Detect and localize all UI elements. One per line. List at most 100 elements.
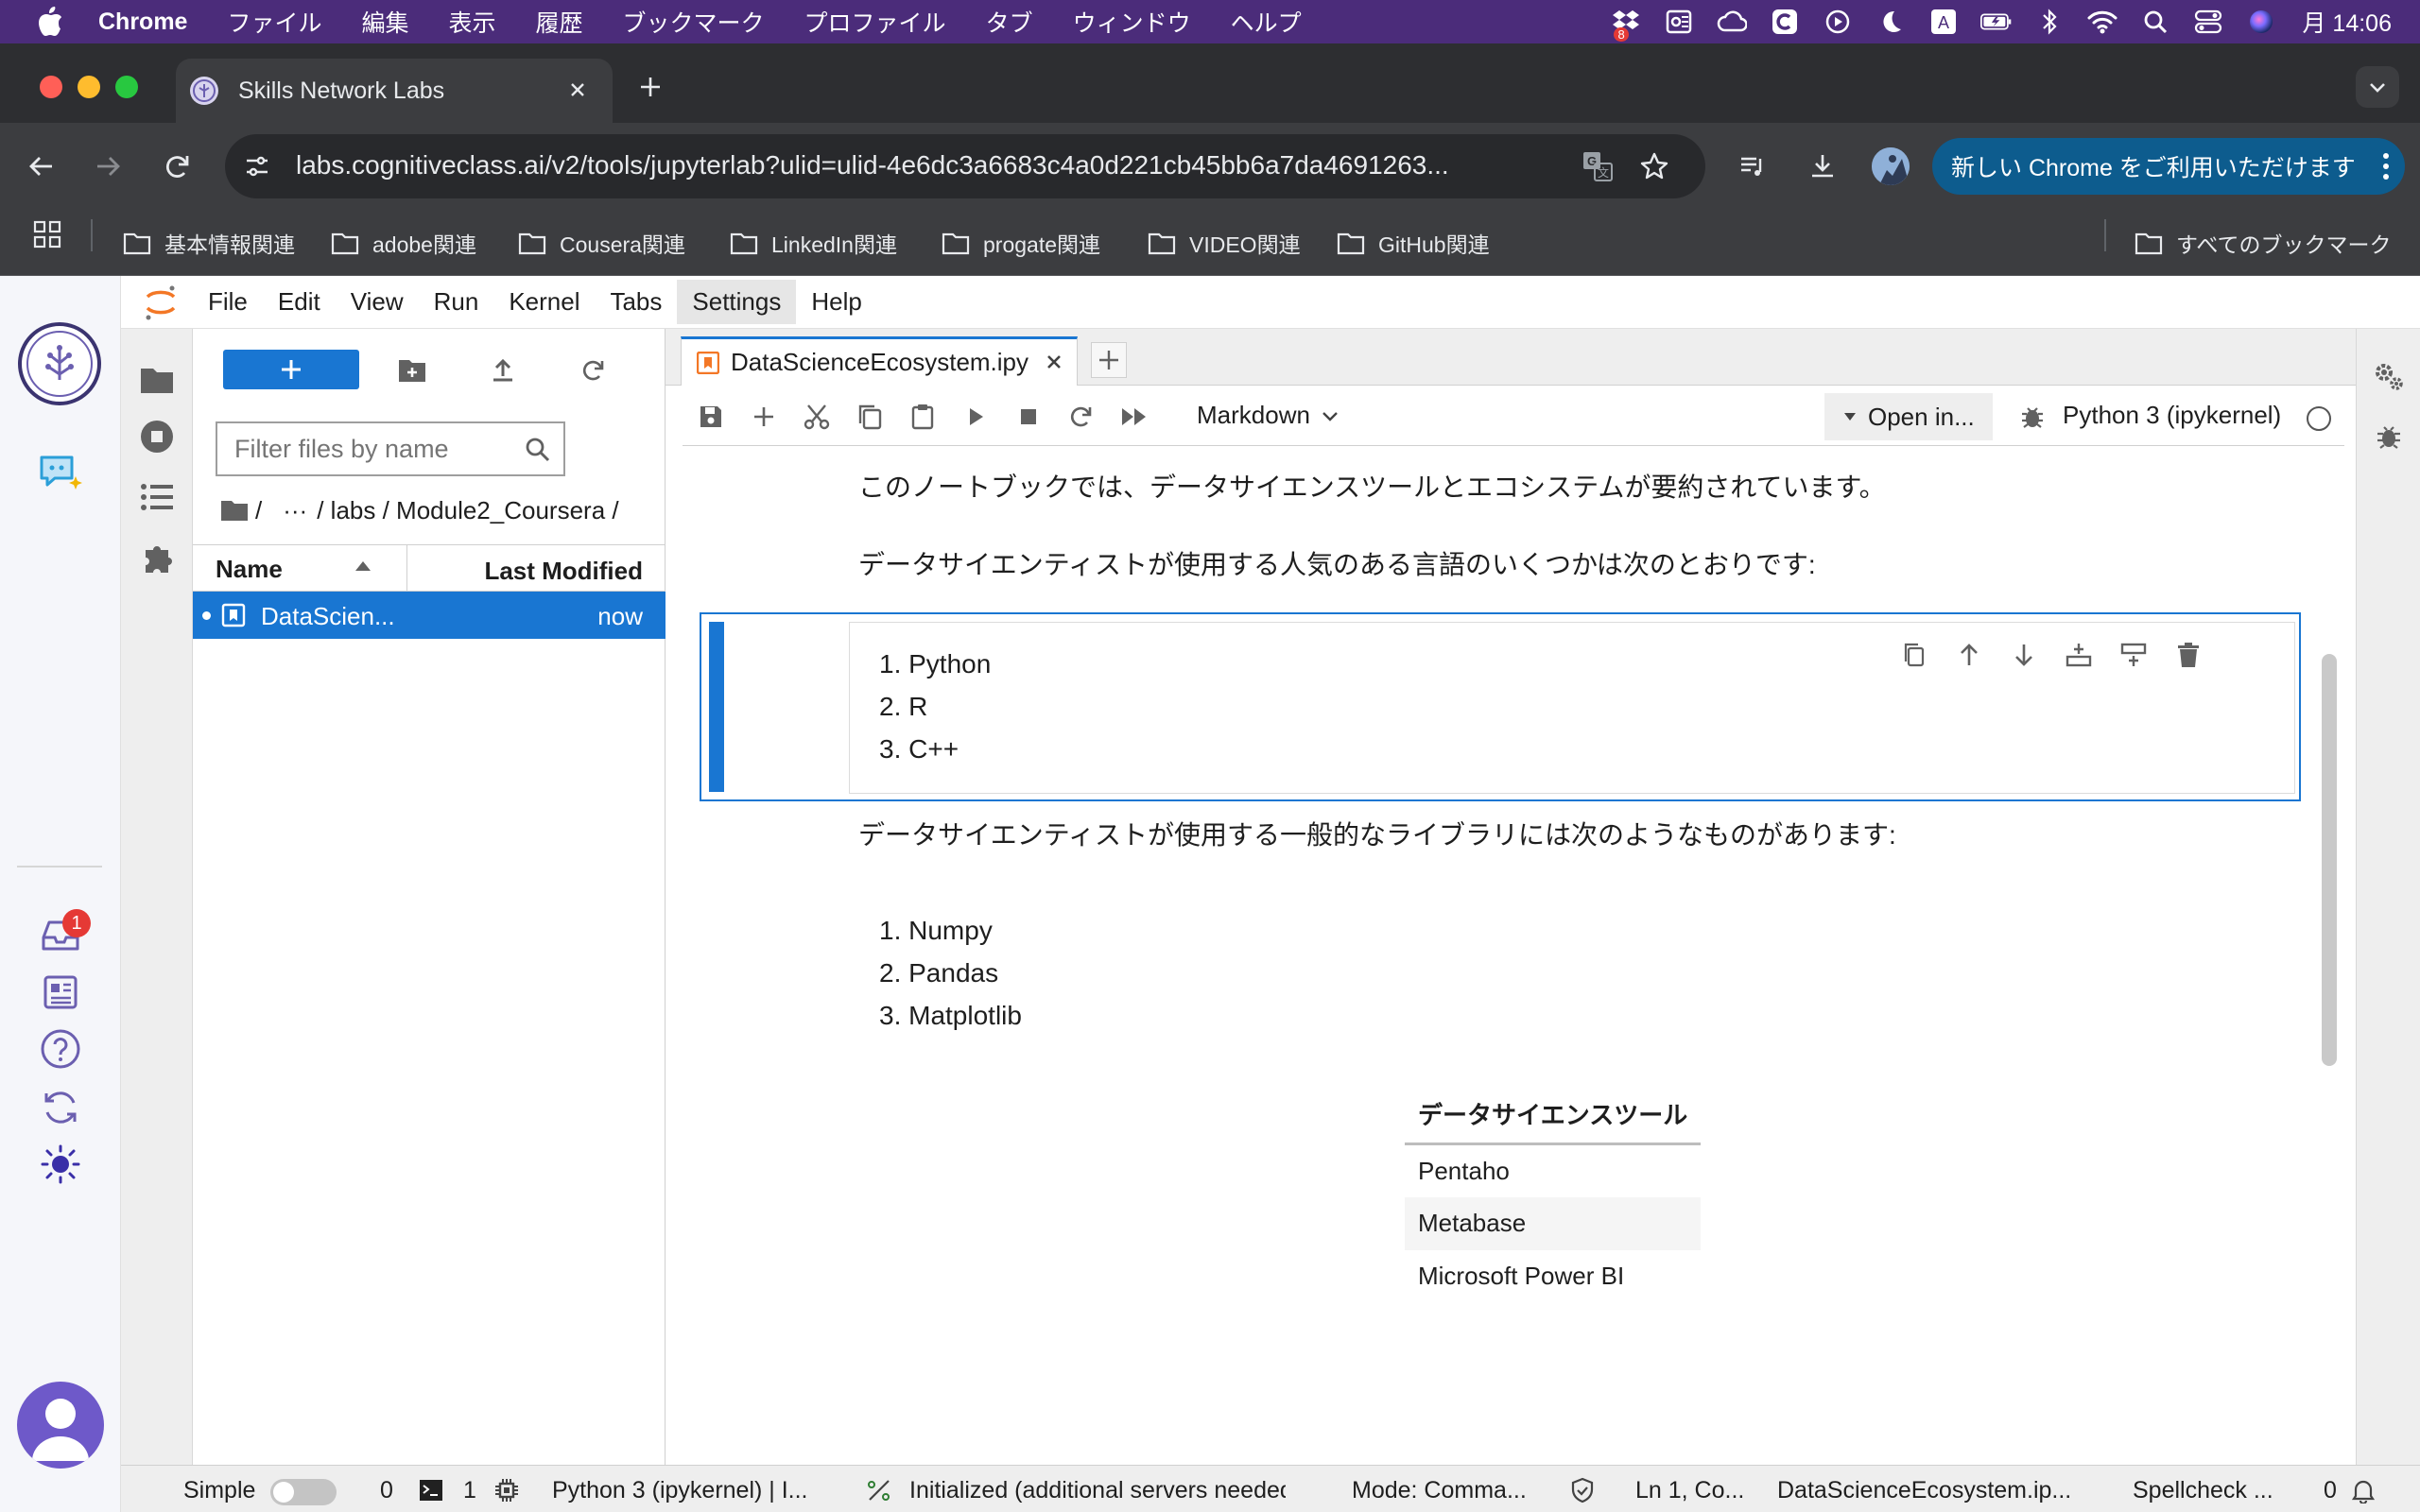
cell-editor[interactable] [849, 622, 2295, 794]
ai-chat-icon[interactable] [34, 444, 87, 497]
more-vertical-icon[interactable] [2380, 149, 2392, 183]
column-last-modified[interactable]: Last Modified [484, 557, 643, 586]
paste-icon[interactable] [904, 398, 942, 436]
copy-icon[interactable] [851, 398, 889, 436]
window-minimize-button[interactable] [78, 76, 100, 98]
cursor-position[interactable]: Ln 1, Co... [1635, 1477, 1744, 1504]
jl-menu-run[interactable]: Run [419, 280, 494, 324]
jl-menu-settings[interactable]: Settings [677, 280, 797, 324]
shield-check-icon[interactable] [1569, 1477, 1596, 1503]
new-tab-button[interactable] [631, 68, 669, 106]
url-text[interactable]: labs.cognitiveclass.ai/v2/tools/jupyterl… [296, 150, 1582, 180]
debugger-bug-icon[interactable] [2370, 418, 2408, 455]
forward-icon[interactable] [87, 146, 129, 187]
outlook-icon[interactable] [1663, 6, 1695, 38]
bookmark-folder[interactable]: 基本情報関連 [123, 227, 295, 259]
spotlight-search-icon[interactable] [2139, 6, 2171, 38]
profile-avatar[interactable] [1872, 147, 1910, 185]
jl-menu-kernel[interactable]: Kernel [493, 280, 595, 324]
bookmark-folder[interactable]: progate関連 [942, 227, 1100, 259]
run-icon[interactable] [957, 398, 994, 436]
input-source-icon[interactable]: A [1927, 6, 1960, 38]
filter-files-field[interactable] [216, 421, 565, 476]
running-sessions-icon[interactable] [138, 418, 176, 455]
move-up-icon[interactable] [1950, 636, 1988, 674]
site-settings-icon[interactable] [242, 151, 272, 181]
new-folder-icon[interactable] [393, 352, 431, 389]
breadcrumb-root[interactable]: / [255, 496, 262, 525]
close-tab-icon[interactable] [1041, 349, 1067, 375]
jl-menu-file[interactable]: File [193, 280, 263, 324]
menu-app-chrome[interactable]: Chrome [98, 9, 187, 36]
menu-edit[interactable]: 編集 [361, 5, 408, 39]
breadcrumb-ellipsis[interactable]: ··· [283, 496, 307, 525]
jl-menu-edit[interactable]: Edit [263, 280, 336, 324]
tab-search-chevron-icon[interactable] [2356, 66, 2399, 108]
apple-icon[interactable] [34, 3, 66, 41]
jl-menu-tabs[interactable]: Tabs [595, 280, 677, 324]
breadcrumb-path[interactable]: / labs / Module2_Coursera / [317, 496, 618, 525]
file-browser-folder-icon[interactable] [138, 361, 176, 399]
kernel-chip-icon[interactable] [493, 1477, 520, 1503]
moon-icon[interactable] [1875, 6, 1907, 38]
menu-profiles[interactable]: プロファイル [804, 5, 946, 39]
notebook-tab[interactable]: DataScienceEcosystem.ipy [681, 336, 1078, 386]
notebook-content[interactable]: このノートブックでは、データサイエンスツールとエコシステムが要約されています。 … [683, 446, 2344, 1457]
menu-window[interactable]: ウィンドウ [1073, 5, 1191, 39]
spellcheck-status[interactable]: Spellcheck ... [2133, 1477, 2273, 1504]
insert-cell-below-icon[interactable] [2115, 636, 2152, 674]
home-folder-icon[interactable] [219, 498, 250, 523]
save-icon[interactable] [692, 398, 730, 436]
restart-kernel-icon[interactable] [1063, 398, 1100, 436]
new-tab-plus-button[interactable] [1091, 342, 1127, 378]
terminal-icon[interactable] [418, 1477, 444, 1503]
notebook-scrollbar[interactable] [2322, 654, 2337, 1066]
kernel-name-button[interactable]: Python 3 (ipykernel) [2063, 401, 2281, 430]
current-file-name[interactable]: DataScienceEcosystem.ip... [1777, 1477, 2071, 1504]
siri-icon[interactable] [2245, 6, 2277, 38]
bookmark-folder[interactable]: VIDEO関連 [1148, 227, 1301, 259]
chrome-update-button[interactable]: 新しい Chrome をご利用いただけます [1932, 138, 2405, 195]
simple-mode-toggle[interactable] [270, 1479, 337, 1505]
menu-tab[interactable]: タブ [986, 5, 1033, 39]
news-icon[interactable] [34, 966, 87, 1019]
browser-tab-active[interactable]: Skills Network Labs [176, 59, 613, 123]
menu-bookmarks[interactable]: ブックマーク [623, 5, 765, 39]
table-of-contents-icon[interactable] [138, 478, 176, 516]
delete-cell-icon[interactable] [2169, 636, 2207, 674]
lsp-status-icon[interactable] [866, 1477, 892, 1503]
extension-manager-icon[interactable] [138, 539, 176, 576]
property-inspector-gears-icon[interactable] [2370, 357, 2408, 395]
bluetooth-icon[interactable] [2033, 6, 2066, 38]
kernel-status-text[interactable]: Python 3 (ipykernel) | I... [552, 1477, 808, 1504]
bookmark-folder[interactable]: adobe関連 [331, 227, 476, 259]
column-name[interactable]: Name [216, 555, 283, 584]
file-list-item[interactable]: DataScien... now [193, 592, 666, 639]
jl-menu-help[interactable]: Help [796, 280, 876, 324]
sync-icon[interactable] [34, 1081, 87, 1134]
bookmark-folder[interactable]: LinkedIn関連 [730, 227, 897, 259]
jl-menu-view[interactable]: View [336, 280, 419, 324]
notebook-mode[interactable]: Mode: Comma... [1352, 1477, 1527, 1504]
move-down-icon[interactable] [2005, 636, 2043, 674]
close-tab-icon[interactable] [563, 76, 592, 104]
skills-network-logo-icon[interactable] [17, 321, 102, 406]
window-zoom-button[interactable] [115, 76, 138, 98]
control-center-icon[interactable] [2192, 6, 2224, 38]
bookmark-star-icon[interactable] [1637, 149, 1671, 183]
column-separator[interactable] [406, 545, 407, 593]
terminals-count[interactable]: 0 [380, 1477, 393, 1504]
menu-view[interactable]: 表示 [449, 5, 496, 39]
translate-icon[interactable]: G文 [1581, 149, 1615, 183]
menubar-clock[interactable]: 月 14:06 [2302, 5, 2392, 39]
play-circle-icon[interactable] [1822, 6, 1854, 38]
upload-icon[interactable] [484, 352, 522, 389]
insert-cell-above-icon[interactable] [2060, 636, 2098, 674]
help-icon[interactable] [34, 1022, 87, 1075]
media-controls-icon[interactable] [1732, 146, 1773, 187]
new-launcher-button[interactable] [223, 350, 359, 389]
apps-grid-icon[interactable] [32, 219, 64, 251]
clipchamp-icon[interactable] [1769, 6, 1801, 38]
debugger-bug-icon[interactable] [2014, 398, 2051, 436]
stop-icon[interactable] [1010, 398, 1047, 436]
